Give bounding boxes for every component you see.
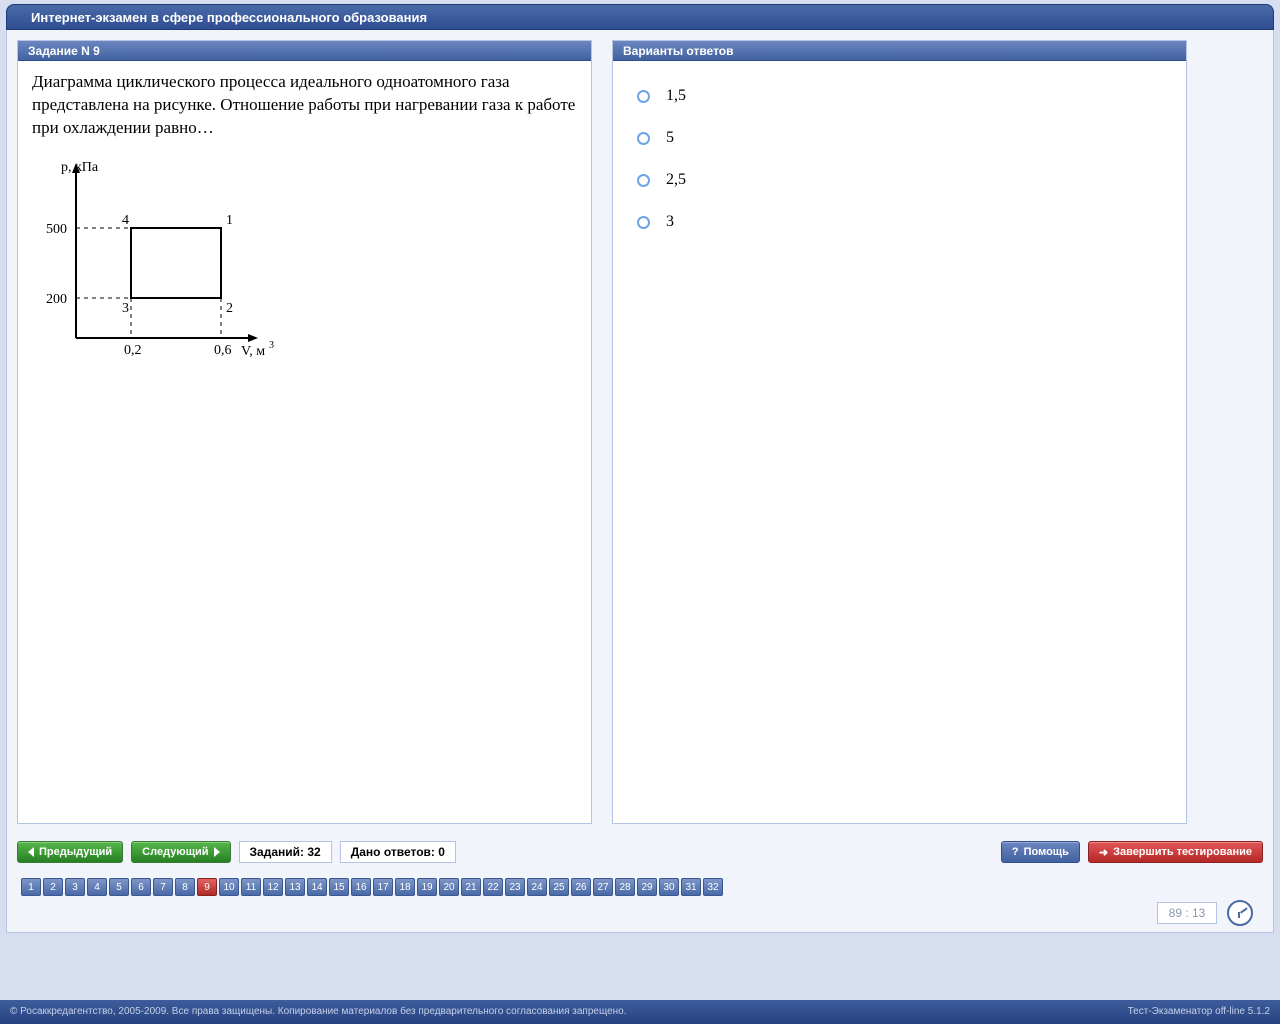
svg-text:1: 1	[226, 213, 233, 228]
question-nav: 1234567891011121314151617181920212223242…	[17, 878, 1263, 896]
navigation-toolbar: Предыдущий Следующий Заданий: 32 Дано от…	[17, 838, 1263, 866]
radio-icon	[637, 132, 650, 145]
question-nav-3[interactable]: 3	[65, 878, 85, 896]
question-nav-12[interactable]: 12	[263, 878, 283, 896]
answered-field: Дано ответов: 0	[340, 841, 456, 863]
question-nav-16[interactable]: 16	[351, 878, 371, 896]
svg-text:V, м: V, м	[241, 344, 265, 359]
arrow-left-icon	[28, 847, 34, 857]
question-nav-15[interactable]: 15	[329, 878, 349, 896]
question-nav-13[interactable]: 13	[285, 878, 305, 896]
answers-panel: Варианты ответов 1,5 5 2,5 3	[612, 40, 1187, 824]
pv-diagram: p, кПа 500 200 0,2 0,6 V, м 3 4 1 3 2	[36, 148, 591, 381]
question-nav-22[interactable]: 22	[483, 878, 503, 896]
question-nav-17[interactable]: 17	[373, 878, 393, 896]
question-nav-32[interactable]: 32	[703, 878, 723, 896]
finish-button[interactable]: Завершить тестирование	[1088, 841, 1263, 863]
copyright-text: © Росаккредагентство, 2005-2009. Все пра…	[10, 1000, 627, 1024]
help-icon	[1012, 846, 1019, 858]
question-text: Диаграмма циклического процесса идеально…	[18, 61, 591, 148]
question-panel-header: Задание N 9	[18, 41, 591, 61]
question-nav-25[interactable]: 25	[549, 878, 569, 896]
finish-button-label: Завершить тестирование	[1113, 846, 1252, 858]
question-nav-14[interactable]: 14	[307, 878, 327, 896]
question-nav-19[interactable]: 19	[417, 878, 437, 896]
radio-icon	[637, 216, 650, 229]
question-nav-26[interactable]: 26	[571, 878, 591, 896]
help-button-label: Помощь	[1024, 846, 1069, 858]
answer-option-4[interactable]: 3	[627, 201, 1186, 243]
svg-text:4: 4	[122, 213, 129, 228]
question-nav-4[interactable]: 4	[87, 878, 107, 896]
question-nav-1[interactable]: 1	[21, 878, 41, 896]
main-content: Задание N 9 Диаграмма циклического проце…	[6, 30, 1274, 933]
question-nav-8[interactable]: 8	[175, 878, 195, 896]
question-nav-6[interactable]: 6	[131, 878, 151, 896]
svg-text:2: 2	[226, 301, 233, 316]
svg-text:3: 3	[122, 301, 129, 316]
question-nav-24[interactable]: 24	[527, 878, 547, 896]
radio-icon	[637, 90, 650, 103]
question-nav-31[interactable]: 31	[681, 878, 701, 896]
next-button[interactable]: Следующий	[131, 841, 230, 863]
answer-label: 2,5	[666, 171, 686, 189]
prev-button-label: Предыдущий	[39, 846, 112, 858]
svg-text:3: 3	[269, 340, 274, 351]
answers-panel-header: Варианты ответов	[613, 41, 1186, 61]
svg-text:0,2: 0,2	[124, 343, 142, 358]
total-tasks-field: Заданий: 32	[239, 841, 332, 863]
question-nav-30[interactable]: 30	[659, 878, 679, 896]
question-nav-18[interactable]: 18	[395, 878, 415, 896]
answer-option-2[interactable]: 5	[627, 117, 1186, 159]
version-text: Тест-Экзаменатор off-line 5.1.2	[1128, 1000, 1270, 1024]
radio-icon	[637, 174, 650, 187]
svg-text:500: 500	[46, 222, 67, 237]
question-nav-27[interactable]: 27	[593, 878, 613, 896]
question-nav-10[interactable]: 10	[219, 878, 239, 896]
next-button-label: Следующий	[142, 846, 208, 858]
answer-label: 3	[666, 213, 674, 231]
svg-text:0,6: 0,6	[214, 343, 232, 358]
answer-option-3[interactable]: 2,5	[627, 159, 1186, 201]
svg-text:p, кПа: p, кПа	[61, 160, 99, 175]
timer-row: 89 : 13	[17, 900, 1263, 926]
question-nav-23[interactable]: 23	[505, 878, 525, 896]
prev-button[interactable]: Предыдущий	[17, 841, 123, 863]
question-nav-28[interactable]: 28	[615, 878, 635, 896]
svg-text:200: 200	[46, 292, 67, 307]
question-nav-11[interactable]: 11	[241, 878, 261, 896]
question-nav-21[interactable]: 21	[461, 878, 481, 896]
question-nav-9[interactable]: 9	[197, 878, 217, 896]
window-title: Интернет-экзамен в сфере профессионально…	[6, 4, 1274, 30]
answer-label: 1,5	[666, 87, 686, 105]
question-nav-7[interactable]: 7	[153, 878, 173, 896]
answer-option-1[interactable]: 1,5	[627, 75, 1186, 117]
question-nav-20[interactable]: 20	[439, 878, 459, 896]
question-nav-29[interactable]: 29	[637, 878, 657, 896]
clock-icon	[1227, 900, 1253, 926]
help-button[interactable]: Помощь	[1001, 841, 1080, 863]
timer-value: 89 : 13	[1157, 902, 1217, 924]
question-panel: Задание N 9 Диаграмма циклического проце…	[17, 40, 592, 824]
runner-icon	[1099, 846, 1108, 859]
answer-label: 5	[666, 129, 674, 147]
question-nav-2[interactable]: 2	[43, 878, 63, 896]
status-bar: © Росаккредагентство, 2005-2009. Все пра…	[0, 1000, 1280, 1024]
question-nav-5[interactable]: 5	[109, 878, 129, 896]
arrow-right-icon	[214, 847, 220, 857]
